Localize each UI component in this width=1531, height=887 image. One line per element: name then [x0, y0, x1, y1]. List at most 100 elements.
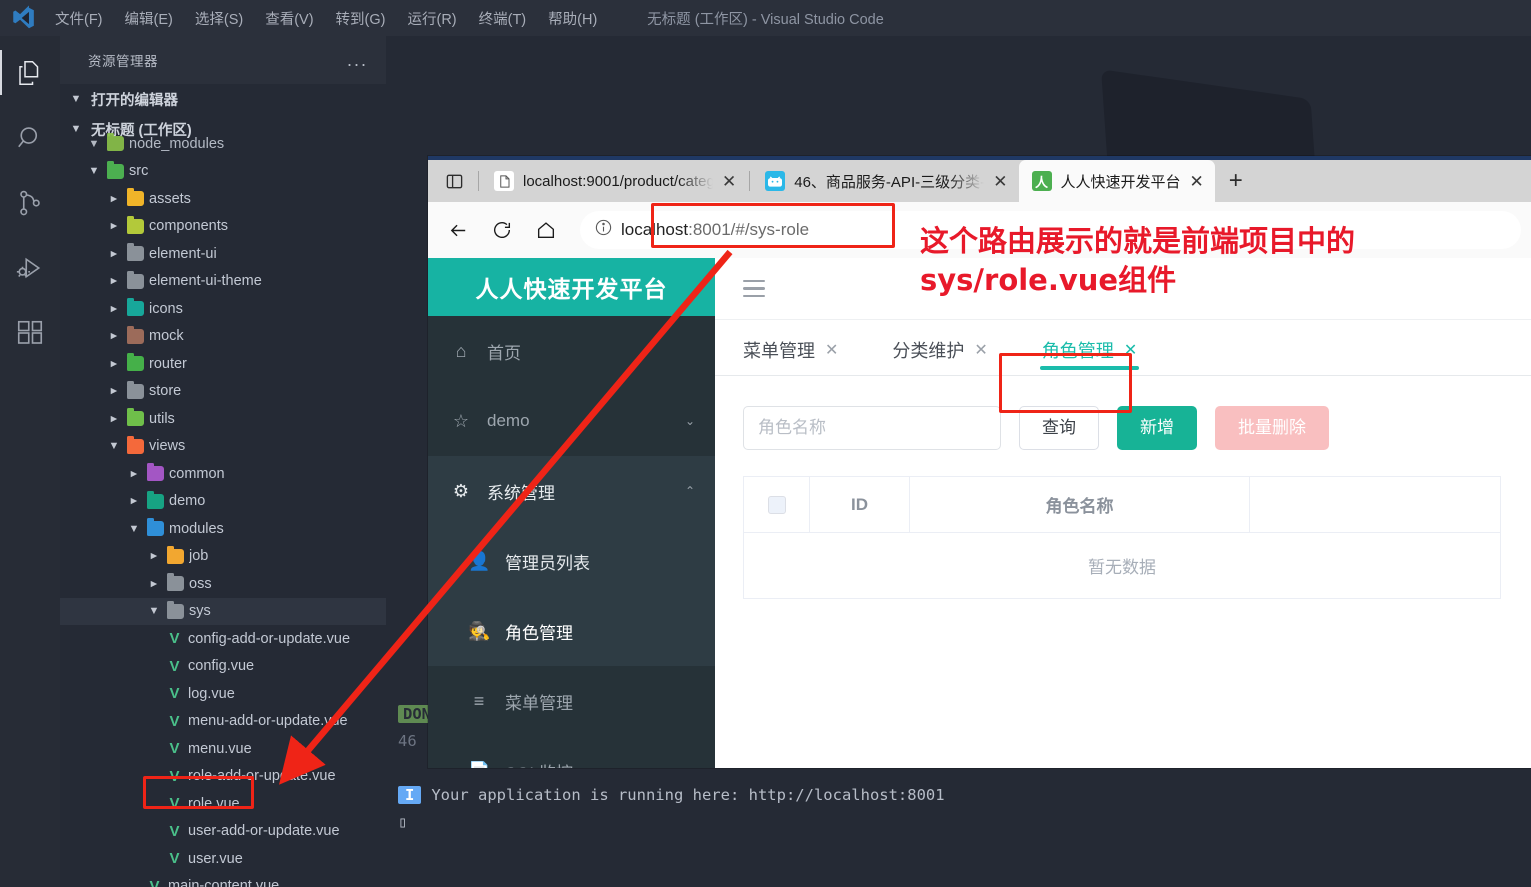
- tree-folder[interactable]: ▼ src: [60, 158, 386, 186]
- chevron-right-icon[interactable]: ▼: [108, 246, 120, 262]
- browser-toolbar[interactable]: localhost:8001/#/sys-role: [428, 202, 1531, 258]
- tree-folder[interactable]: ▼ job: [60, 543, 386, 571]
- tree-folder[interactable]: ▼ element-ui-theme: [60, 268, 386, 296]
- tree-file[interactable]: Vrole.vue: [60, 790, 386, 818]
- menu-select[interactable]: 选择(S): [186, 5, 252, 32]
- file-tree[interactable]: ▼ node_modules ▼ src ▼ assets ▼ components ▼ elem…: [60, 130, 386, 887]
- tab-actions-icon[interactable]: [432, 160, 476, 202]
- tree-folder[interactable]: ▼ assets: [60, 185, 386, 213]
- tree-folder[interactable]: ▼ common: [60, 460, 386, 488]
- browser-tab-3[interactable]: 人 人人快速开发平台 ✕: [1018, 160, 1215, 202]
- run-debug-icon[interactable]: [0, 235, 60, 300]
- menu-view[interactable]: 查看(V): [256, 5, 322, 32]
- sidebar-item-home[interactable]: ⌂ 首页: [428, 316, 715, 386]
- url-text[interactable]: localhost:8001/#/sys-role: [621, 220, 809, 240]
- extensions-icon[interactable]: [0, 300, 60, 365]
- chevron-down-icon[interactable]: ▼: [106, 440, 122, 452]
- select-all-checkbox[interactable]: [767, 495, 786, 514]
- chevron-right-icon[interactable]: ▼: [108, 411, 120, 427]
- tree-folder[interactable]: ▼ store: [60, 378, 386, 406]
- tree-folder[interactable]: ▼ oss: [60, 570, 386, 598]
- tree-folder[interactable]: ▼ router: [60, 350, 386, 378]
- chevron-right-icon[interactable]: ▼: [148, 576, 160, 592]
- new-tab-button[interactable]: +: [1215, 160, 1257, 202]
- tree-folder[interactable]: ▼ sys: [60, 597, 386, 625]
- explorer-more-actions-icon[interactable]: ...: [347, 51, 368, 69]
- menu-help[interactable]: 帮助(H): [539, 5, 606, 32]
- chevron-down-icon[interactable]: ▼: [146, 605, 162, 617]
- sidebar-item-role-management[interactable]: 🕵 角色管理: [428, 596, 715, 666]
- menu-terminal[interactable]: 终端(T): [470, 5, 536, 32]
- search-input[interactable]: [743, 406, 1001, 450]
- home-icon[interactable]: [526, 212, 566, 248]
- tree-file[interactable]: Vuser-add-or-update.vue: [60, 818, 386, 846]
- tree-folder[interactable]: ▼ element-ui: [60, 240, 386, 268]
- back-arrow-icon[interactable]: [438, 212, 478, 248]
- tree-folder[interactable]: ▼ demo: [60, 488, 386, 516]
- add-button[interactable]: 新增: [1117, 406, 1197, 450]
- close-icon[interactable]: ✕: [993, 173, 1007, 190]
- browser-tab-2[interactable]: 46、商品服务-API-三级分类-配置 ✕: [752, 160, 1019, 202]
- tree-file[interactable]: Vmain-content.vue: [60, 873, 386, 887]
- sidebar-item-admin-list[interactable]: 👤 管理员列表: [428, 526, 715, 596]
- close-icon[interactable]: ✕: [825, 340, 838, 360]
- tree-folder[interactable]: ▼ mock: [60, 323, 386, 351]
- sidebar-item-menu-management[interactable]: ≡ 菜单管理: [428, 666, 715, 736]
- tree-folder[interactable]: ▼ node_modules: [60, 130, 386, 158]
- tree-folder[interactable]: ▼ components: [60, 213, 386, 241]
- chevron-right-icon[interactable]: ▼: [108, 356, 120, 372]
- close-icon[interactable]: ✕: [722, 173, 736, 190]
- chevron-right-icon[interactable]: ▼: [108, 383, 120, 399]
- menu-run[interactable]: 运行(R): [398, 5, 465, 32]
- address-bar[interactable]: localhost:8001/#/sys-role: [580, 211, 1521, 249]
- tree-file[interactable]: Vconfig.vue: [60, 653, 386, 681]
- tree-folder[interactable]: ▼ modules: [60, 515, 386, 543]
- app-sidebar[interactable]: 人人快速开发平台 ⌂ 首页 ☆ demo ⌄ ⚙ 系统管理 ⌃ 👤 管理员列表 …: [428, 258, 715, 768]
- hamburger-icon[interactable]: [743, 279, 765, 298]
- tab-category-maintenance[interactable]: 分类维护 ✕: [882, 325, 997, 375]
- chevron-down-icon[interactable]: ▼: [86, 138, 102, 150]
- explorer-icon[interactable]: [0, 40, 60, 105]
- menu-edit[interactable]: 编辑(E): [116, 5, 182, 32]
- activity-bar[interactable]: [0, 36, 60, 887]
- tree-file[interactable]: Vrole-add-or-update.vue: [60, 763, 386, 791]
- tab-role-management[interactable]: 角色管理 ✕: [1032, 325, 1147, 375]
- chevron-right-icon[interactable]: ▼: [128, 466, 140, 482]
- batch-delete-button[interactable]: 批量删除: [1215, 406, 1329, 450]
- tree-folder[interactable]: ▼ icons: [60, 295, 386, 323]
- tree-folder[interactable]: ▼ views: [60, 433, 386, 461]
- close-icon[interactable]: ✕: [1124, 340, 1137, 360]
- tree-file[interactable]: Vconfig-add-or-update.vue: [60, 625, 386, 653]
- close-icon[interactable]: ✕: [1190, 173, 1204, 190]
- browser-tab-bar[interactable]: localhost:9001/product/category ✕ 46、商品服…: [428, 156, 1531, 202]
- chevron-right-icon[interactable]: ▼: [108, 273, 120, 289]
- source-control-icon[interactable]: [0, 170, 60, 235]
- sidebar-item-demo[interactable]: ☆ demo ⌄: [428, 386, 715, 456]
- select-all-header[interactable]: [744, 477, 810, 532]
- menu-goto[interactable]: 转到(G): [327, 5, 395, 32]
- menu-file[interactable]: 文件(F): [46, 5, 112, 32]
- tree-file[interactable]: Vuser.vue: [60, 845, 386, 873]
- tree-file[interactable]: Vmenu.vue: [60, 735, 386, 763]
- section-open-editors[interactable]: ▼ 打开的编辑器: [60, 84, 386, 114]
- chevron-right-icon[interactable]: ▼: [108, 218, 120, 234]
- reload-icon[interactable]: [482, 212, 522, 248]
- browser-tab-1[interactable]: localhost:9001/product/category ✕: [481, 160, 748, 202]
- menu-bar[interactable]: 文件(F) 编辑(E) 选择(S) 查看(V) 转到(G) 运行(R) 终端(T…: [46, 5, 606, 32]
- tree-file[interactable]: Vmenu-add-or-update.vue: [60, 708, 386, 736]
- chevron-down-icon[interactable]: ▼: [126, 523, 142, 535]
- tree-folder[interactable]: ▼ utils: [60, 405, 386, 433]
- app-tab-strip[interactable]: 菜单管理 ✕ 分类维护 ✕ 角色管理 ✕: [715, 320, 1531, 376]
- tab-menu-management[interactable]: 菜单管理 ✕: [733, 325, 848, 375]
- query-button[interactable]: 查询: [1019, 406, 1099, 450]
- sidebar-item-system-management[interactable]: ⚙ 系统管理 ⌃: [428, 456, 715, 526]
- chevron-right-icon[interactable]: ▼: [108, 191, 120, 207]
- chevron-right-icon[interactable]: ▼: [148, 548, 160, 564]
- search-icon[interactable]: [0, 105, 60, 170]
- chevron-right-icon[interactable]: ▼: [108, 328, 120, 344]
- chevron-right-icon[interactable]: ▼: [128, 493, 140, 509]
- tree-file[interactable]: Vlog.vue: [60, 680, 386, 708]
- info-icon[interactable]: [594, 218, 613, 242]
- chevron-right-icon[interactable]: ▼: [108, 301, 120, 317]
- close-icon[interactable]: ✕: [974, 340, 987, 360]
